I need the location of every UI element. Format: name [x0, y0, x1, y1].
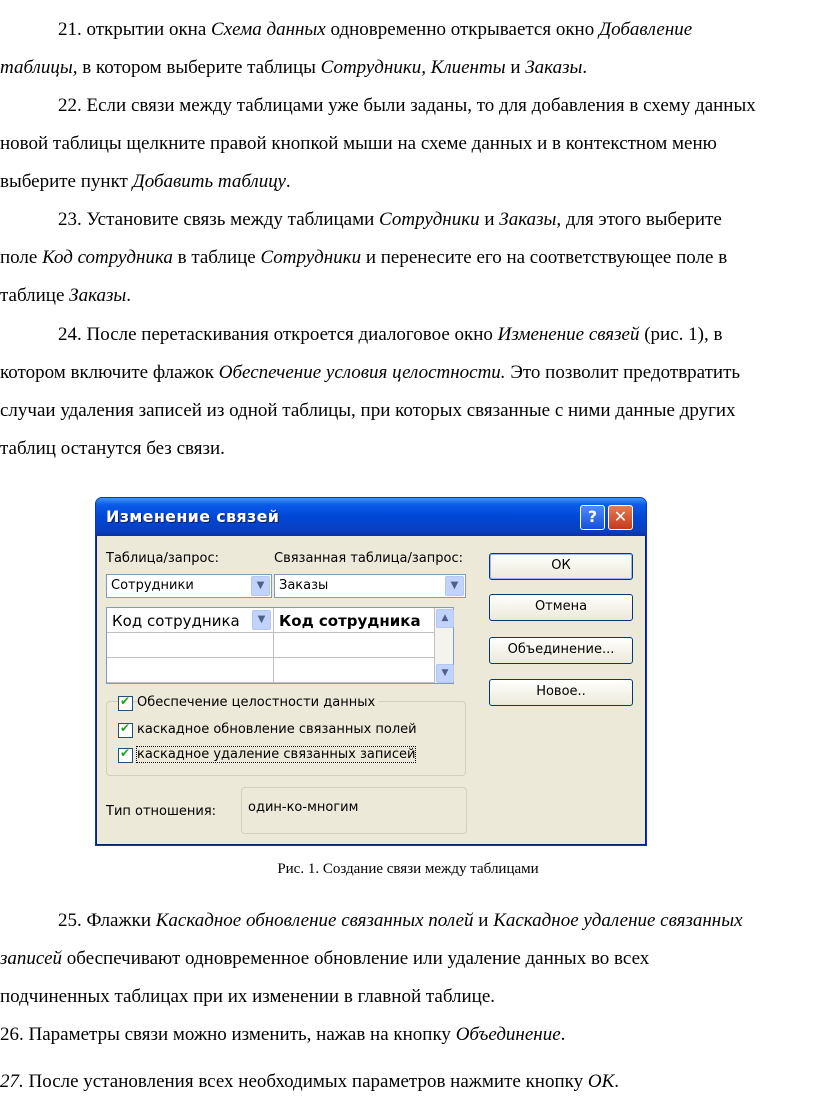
- text: 22. Если связи между таблицами уже были …: [58, 95, 756, 116]
- text: 23. Установите связь между таблицами: [58, 209, 380, 230]
- text: (рис. 1), в: [639, 324, 723, 345]
- text: .: [126, 285, 132, 306]
- related-table-label: Связанная таблица/запрос:: [274, 551, 463, 566]
- text-italic: Заказы: [525, 57, 583, 78]
- scroll-up-icon[interactable]: ▲: [436, 609, 454, 628]
- text: для этого выберите: [561, 209, 722, 230]
- ok-button[interactable]: ОК: [489, 553, 633, 580]
- grid-cell[interactable]: [274, 658, 435, 683]
- paragraph-24: 24. После перетаскивания откроется диало…: [0, 316, 816, 468]
- text-italic: Сотрудники: [260, 247, 362, 268]
- table-select[interactable]: Сотрудники ▼: [106, 574, 272, 598]
- text: подчиненных таблицах при их изменении в …: [0, 986, 496, 1007]
- text-italic: Каскадное обновление связанных полей: [155, 910, 474, 931]
- text: котором включите флажок: [0, 362, 219, 383]
- relationship-type-value: один-ко-многим: [248, 800, 359, 815]
- text-italic: ОК: [587, 1071, 615, 1092]
- text: в таблице: [172, 247, 261, 268]
- text: случаи удаления записей из одной таблицы…: [0, 400, 736, 421]
- grid-cell[interactable]: Код сотрудника ▼: [107, 608, 274, 633]
- text: 21. открытии окна: [58, 19, 212, 40]
- related-table-select[interactable]: Заказы ▼: [274, 574, 466, 598]
- scrollbar[interactable]: ▲ ▼: [435, 608, 454, 683]
- field-left: Код сотрудника: [112, 612, 240, 630]
- cascade-delete-label: каскадное удаление связанных записей: [135, 746, 417, 763]
- paragraph-27: 27. После установления всех необходимых …: [0, 1063, 816, 1101]
- cascade-delete-checkbox[interactable]: [118, 746, 133, 763]
- grid-cell[interactable]: [107, 633, 274, 658]
- paragraph-21: 21. открытии окна Схема данных одновреме…: [0, 11, 816, 87]
- text: и: [505, 57, 526, 78]
- text: 24. После перетаскивания откроется диало…: [58, 324, 498, 345]
- relationship-type-box: один-ко-многим: [241, 787, 467, 834]
- text-italic: Заказы: [69, 285, 127, 306]
- text: выберите пункт: [0, 171, 133, 192]
- grid-cell[interactable]: Код сотрудника: [274, 608, 435, 633]
- text-italic: Добавить таблицу: [132, 171, 286, 192]
- join-type-button[interactable]: Объединение...: [489, 637, 633, 664]
- chevron-down-icon[interactable]: ▼: [445, 576, 464, 596]
- related-table-select-value: Заказы: [279, 578, 329, 593]
- integrity-label: Обеспечение целостности данных: [137, 695, 380, 710]
- text-italic: Код сотрудника: [42, 247, 173, 268]
- scroll-down-icon[interactable]: ▼: [436, 664, 454, 683]
- text-italic: Схема данных: [211, 19, 326, 40]
- cancel-button[interactable]: Отмена: [489, 594, 633, 621]
- cascade-update-label: каскадное обновление связанных полей: [137, 722, 417, 737]
- text-italic: Заказы,: [499, 209, 562, 230]
- dialog-title: Изменение связей: [106, 507, 280, 526]
- text-italic: 27.: [0, 1071, 24, 1092]
- grid-cell[interactable]: [274, 633, 435, 658]
- text-italic: Каскадное удаление связанных: [493, 910, 743, 931]
- table-select-value: Сотрудники: [111, 578, 194, 593]
- text: таблиц останутся без связи.: [0, 438, 225, 459]
- text-italic: Изменение связей: [497, 324, 640, 345]
- text: новой таблицы щелкните правой кнопкой мы…: [0, 133, 717, 154]
- paragraph-22: 22. Если связи между таблицами уже были …: [0, 87, 816, 201]
- text-italic: Сотрудники, Клиенты: [320, 57, 506, 78]
- text-italic: Обеспечение условия целостности.: [218, 362, 506, 383]
- text: .: [614, 1071, 619, 1092]
- text: таблице: [0, 285, 70, 306]
- text: .: [285, 171, 291, 192]
- text: и перенесите его на соответствующее поле…: [361, 247, 728, 268]
- paragraph-26: 26. Параметры связи можно изменить, нажа…: [0, 1016, 816, 1054]
- integrity-checkbox[interactable]: [118, 694, 133, 711]
- text: обеспечивают одновременное обновление ил…: [62, 948, 650, 969]
- field-right: Код сотрудника: [279, 612, 421, 630]
- text: .: [560, 1024, 566, 1045]
- create-new-button[interactable]: Новое..: [489, 679, 633, 706]
- text: одновременно открывается окно: [325, 19, 599, 40]
- relationship-type-label: Тип отношения:: [106, 804, 217, 819]
- text: 26. Параметры связи можно изменить, нажа…: [0, 1024, 456, 1045]
- text-italic: Добавление: [598, 19, 693, 40]
- text-italic: записей: [0, 948, 63, 969]
- paragraph-25: 25. Флажки Каскадное обновление связанны…: [0, 902, 816, 1016]
- table-query-label: Таблица/запрос:: [106, 551, 219, 566]
- close-icon[interactable]: ✕: [608, 505, 633, 530]
- text: и: [473, 910, 494, 931]
- text-italic: таблицы,: [0, 57, 78, 78]
- grid-cell[interactable]: [107, 658, 274, 683]
- text: и: [479, 209, 500, 230]
- text-italic: Сотрудники: [379, 209, 480, 230]
- figure-caption: Рис. 1. Создание связи между таблицами: [277, 861, 539, 877]
- text: Это позволит предотвратить: [505, 362, 741, 383]
- text: 25. Флажки: [58, 910, 156, 931]
- text: После установления всех необходимых пара…: [23, 1071, 588, 1092]
- text: .: [582, 57, 588, 78]
- help-icon[interactable]: ?: [580, 505, 605, 530]
- title-bar[interactable]: Изменение связей ? ✕: [96, 498, 646, 536]
- integrity-group: [106, 701, 466, 776]
- text-italic: Объединение: [455, 1024, 561, 1045]
- chevron-down-icon[interactable]: ▼: [252, 610, 271, 630]
- text: поле: [0, 247, 43, 268]
- paragraph-23: 23. Установите связь между таблицами Сот…: [0, 201, 816, 315]
- cascade-update-checkbox[interactable]: [118, 721, 133, 738]
- text: в котором выберите таблицы: [77, 57, 321, 78]
- fields-grid: Код сотрудника ▼ Код сотрудника ▲ ▼: [106, 607, 454, 684]
- chevron-down-icon[interactable]: ▼: [251, 576, 270, 596]
- edit-relationships-dialog: Изменение связей ? ✕ Таблица/запрос: Свя…: [95, 497, 647, 846]
